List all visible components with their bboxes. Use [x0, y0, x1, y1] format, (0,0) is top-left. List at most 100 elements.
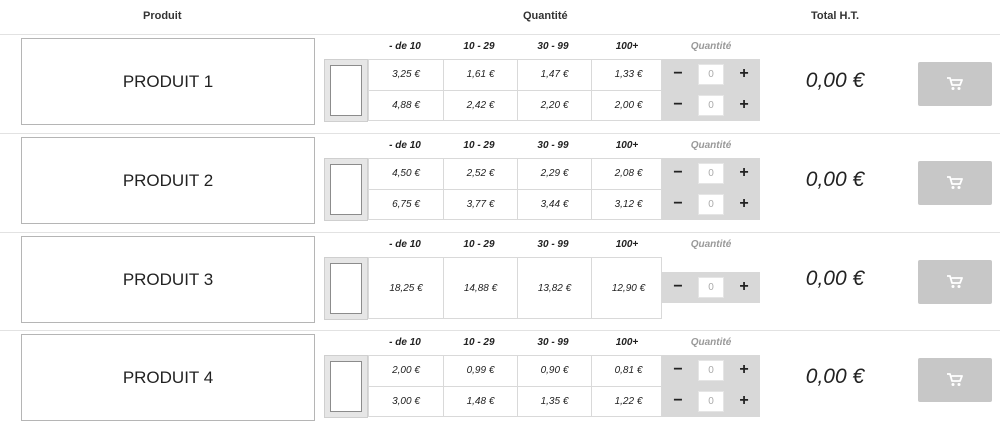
product-row: PRODUIT 3 - de 10 10 - 29 30 - 99 100+ Quanti…	[0, 232, 1000, 330]
price-cell: 2,42 €	[443, 91, 517, 121]
decrement-button[interactable]: −	[664, 158, 692, 189]
quantity-input[interactable]: 0	[698, 391, 724, 412]
increment-button[interactable]: +	[730, 386, 758, 417]
add-to-cart-button[interactable]	[918, 62, 992, 106]
tier-header: 10 - 29	[463, 239, 495, 250]
price-cell: 3,77 €	[443, 190, 517, 220]
shopping-cart-icon	[947, 275, 963, 288]
total-price: 0,00 €	[805, 168, 865, 191]
price-cell: 3,12 €	[591, 190, 665, 220]
tier-header: 30 - 99	[537, 140, 569, 151]
product-name: PRODUIT 3	[21, 236, 315, 323]
product-name: PRODUIT 2	[21, 137, 315, 224]
price-cell: 2,00 €	[591, 91, 665, 121]
decrement-button[interactable]: −	[664, 189, 692, 220]
price-cell: 0,99 €	[443, 356, 517, 386]
price-cell: 3,25 €	[392, 69, 420, 80]
price-cell: 13,82 €	[517, 258, 591, 319]
tier-header: 100+	[615, 140, 639, 151]
tier-header: 10 - 29	[463, 140, 495, 151]
price-cell: 2,20 €	[517, 91, 591, 121]
price-cell: 4,50 €	[392, 168, 420, 179]
total-price: 0,00 €	[805, 69, 865, 92]
product-thumbnail[interactable]	[330, 164, 362, 215]
tier-header: 10 - 29	[463, 337, 495, 348]
product-name: PRODUIT 4	[21, 334, 315, 421]
product-row: PRODUIT 2 - de 10 10 - 29 30 - 99 100+ Quanti…	[0, 133, 1000, 231]
quantity-label: Quantité	[690, 337, 732, 348]
price-grid: 18,25 € 14,88 €13,82 €12,90 €	[368, 257, 662, 319]
price-cell: 1,61 €	[443, 60, 517, 90]
shopping-cart-icon	[947, 77, 963, 90]
quantity-input[interactable]: 0	[698, 95, 724, 116]
quantity-stepper: − 0 +	[662, 272, 760, 303]
tier-header: 100+	[615, 41, 639, 52]
tier-header: - de 10	[389, 41, 421, 52]
product-name: PRODUIT 1	[21, 38, 315, 125]
tier-header: 100+	[615, 239, 639, 250]
increment-button[interactable]: +	[730, 272, 758, 303]
price-grid: 3,25 € 1,61 €1,47 €1,33 € 4,88 € 2,42 €2,20…	[368, 59, 662, 121]
price-cell: 2,29 €	[517, 159, 591, 189]
add-to-cart-button[interactable]	[918, 260, 992, 304]
price-cell: 1,47 €	[517, 60, 591, 90]
quantity-input[interactable]: 0	[698, 194, 724, 215]
increment-button[interactable]: +	[730, 59, 758, 90]
quantity-label: Quantité	[690, 41, 732, 52]
decrement-button[interactable]: −	[664, 272, 692, 303]
increment-button[interactable]: +	[730, 158, 758, 189]
price-cell: 3,44 €	[517, 190, 591, 220]
price-grid: 2,00 € 0,99 €0,90 €0,81 € 3,00 € 1,48 €1,35…	[368, 355, 662, 417]
quantity-input[interactable]: 0	[698, 64, 724, 85]
quantity-label: Quantité	[690, 239, 732, 250]
product-thumbnail[interactable]	[330, 361, 362, 412]
product-row: PRODUIT 1 - de 10 10 - 29 30 - 99 100+ Quanti…	[0, 34, 1000, 132]
price-cell: 1,22 €	[591, 387, 665, 417]
price-cell: 2,52 €	[443, 159, 517, 189]
product-thumbnail-cell	[324, 355, 368, 418]
increment-button[interactable]: +	[730, 90, 758, 121]
price-cell: 0,90 €	[517, 356, 591, 386]
add-to-cart-button[interactable]	[918, 161, 992, 205]
quantity-input[interactable]: 0	[698, 163, 724, 184]
decrement-button[interactable]: −	[664, 59, 692, 90]
decrement-button[interactable]: −	[664, 355, 692, 386]
tier-header: - de 10	[389, 337, 421, 348]
price-cell: 2,08 €	[591, 159, 665, 189]
price-cell: 1,33 €	[591, 60, 665, 90]
quantity-stepper: − 0 +	[662, 59, 760, 90]
total-price: 0,00 €	[805, 365, 865, 388]
tier-header: 30 - 99	[537, 337, 569, 348]
add-to-cart-button[interactable]	[918, 358, 992, 402]
product-list: PRODUIT 1 - de 10 10 - 29 30 - 99 100+ Quanti…	[0, 0, 1000, 428]
product-thumbnail[interactable]	[330, 65, 362, 116]
product-thumbnail-cell	[324, 257, 368, 320]
price-cell: 18,25 €	[389, 283, 423, 294]
tier-header: 100+	[615, 337, 639, 348]
tier-header: 10 - 29	[463, 41, 495, 52]
quantity-stepper: − 0 +	[662, 386, 760, 417]
quantity-stepper: − 0 +	[662, 189, 760, 220]
decrement-button[interactable]: −	[664, 90, 692, 121]
price-cell: 6,75 €	[392, 199, 420, 210]
quantity-input[interactable]: 0	[698, 360, 724, 381]
product-row: PRODUIT 4 - de 10 10 - 29 30 - 99 100+ Quanti…	[0, 330, 1000, 428]
price-cell: 1,48 €	[443, 387, 517, 417]
tier-header: - de 10	[389, 239, 421, 250]
increment-button[interactable]: +	[730, 355, 758, 386]
tier-header: 30 - 99	[537, 239, 569, 250]
total-price: 0,00 €	[805, 267, 865, 290]
price-cell: 1,35 €	[517, 387, 591, 417]
shopping-cart-icon	[947, 176, 963, 189]
product-thumbnail-cell	[324, 59, 368, 122]
increment-button[interactable]: +	[730, 189, 758, 220]
decrement-button[interactable]: −	[664, 386, 692, 417]
shopping-cart-icon	[947, 373, 963, 386]
product-thumbnail[interactable]	[330, 263, 362, 314]
price-cell: 14,88 €	[443, 258, 517, 319]
quantity-label: Quantité	[690, 140, 732, 151]
price-cell: 4,88 €	[392, 100, 420, 111]
quantity-input[interactable]: 0	[698, 277, 724, 298]
price-cell: 0,81 €	[591, 356, 665, 386]
tier-header: 30 - 99	[537, 41, 569, 52]
